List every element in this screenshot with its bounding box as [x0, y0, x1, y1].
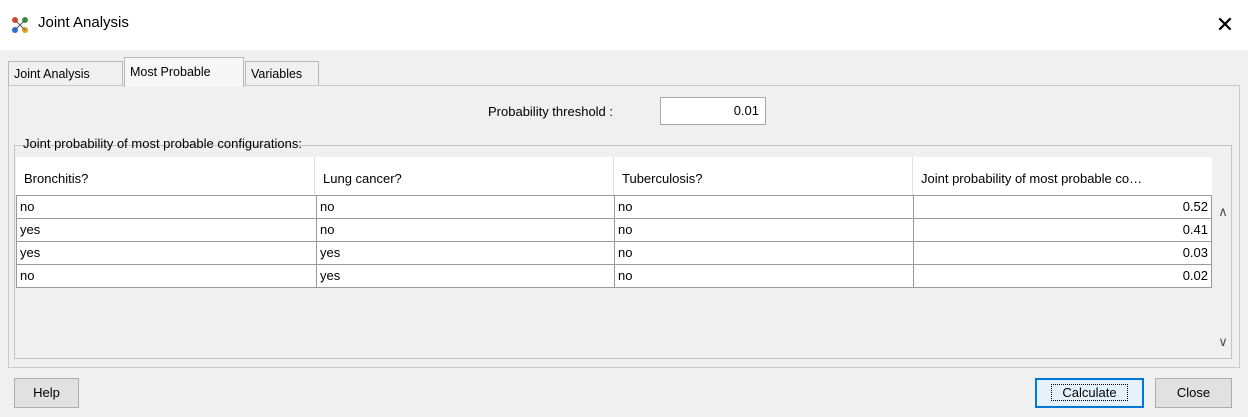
calculate-button[interactable]: Calculate — [1035, 378, 1144, 408]
column-header-label: Bronchitis? — [24, 171, 89, 186]
help-button[interactable]: Help — [14, 378, 79, 408]
tab-most-probable[interactable]: Most Probable — [124, 57, 244, 87]
tab-variables[interactable]: Variables — [245, 61, 319, 85]
cell-tuberculosis[interactable]: no — [614, 218, 914, 242]
table-row[interactable]: no yes no 0.02 — [16, 264, 1212, 288]
table-row[interactable]: no no no 0.52 — [16, 195, 1212, 219]
cell-tuberculosis[interactable]: no — [614, 264, 914, 288]
cell-bronchitis[interactable]: yes — [16, 218, 317, 242]
table-row[interactable]: yes yes no 0.03 — [16, 241, 1212, 265]
scroll-up-arrow-icon[interactable]: ∧ — [1214, 203, 1232, 221]
cell-lung-cancer[interactable]: no — [316, 195, 615, 219]
cell-joint-probability[interactable]: 0.02 — [913, 264, 1212, 288]
cell-bronchitis[interactable]: yes — [16, 241, 317, 265]
cell-lung-cancer[interactable]: no — [316, 218, 615, 242]
column-header-label: Lung cancer? — [323, 171, 402, 186]
cell-bronchitis[interactable]: no — [16, 264, 317, 288]
cell-joint-probability[interactable]: 0.52 — [913, 195, 1212, 219]
threshold-input[interactable]: 0.01 — [660, 97, 766, 125]
window-close-button[interactable]: ✕ — [1208, 8, 1242, 42]
cell-lung-cancer[interactable]: yes — [316, 264, 615, 288]
cell-joint-probability[interactable]: 0.41 — [913, 218, 1212, 242]
column-header-lung-cancer[interactable]: Lung cancer? — [315, 157, 614, 195]
cell-bronchitis[interactable]: no — [16, 195, 317, 219]
table-row[interactable]: yes no no 0.41 — [16, 218, 1212, 242]
column-header-tuberculosis[interactable]: Tuberculosis? — [614, 157, 913, 195]
column-header-label: Tuberculosis? — [622, 171, 703, 186]
cell-tuberculosis[interactable]: no — [614, 241, 914, 265]
column-header-bronchitis[interactable]: Bronchitis? — [16, 157, 315, 195]
cell-lung-cancer[interactable]: yes — [316, 241, 615, 265]
calculate-button-label: Calculate — [1051, 384, 1128, 401]
column-header-joint-probability[interactable]: Joint probability of most probable co… — [913, 157, 1212, 195]
scroll-down-arrow-icon[interactable]: ∨ — [1214, 333, 1232, 351]
cell-tuberculosis[interactable]: no — [614, 195, 914, 219]
column-header-label: Joint probability of most probable co… — [921, 171, 1143, 186]
threshold-label: Probability threshold : — [488, 104, 614, 119]
results-group-label: Joint probability of most probable confi… — [23, 136, 302, 151]
cell-joint-probability[interactable]: 0.03 — [913, 241, 1212, 265]
close-button[interactable]: Close — [1155, 378, 1232, 408]
tab-joint-analysis[interactable]: Joint Analysis — [8, 61, 123, 85]
network-nodes-icon — [12, 17, 28, 33]
window-title: Joint Analysis — [38, 14, 129, 31]
title-bar: Joint Analysis ✕ — [0, 0, 1248, 50]
